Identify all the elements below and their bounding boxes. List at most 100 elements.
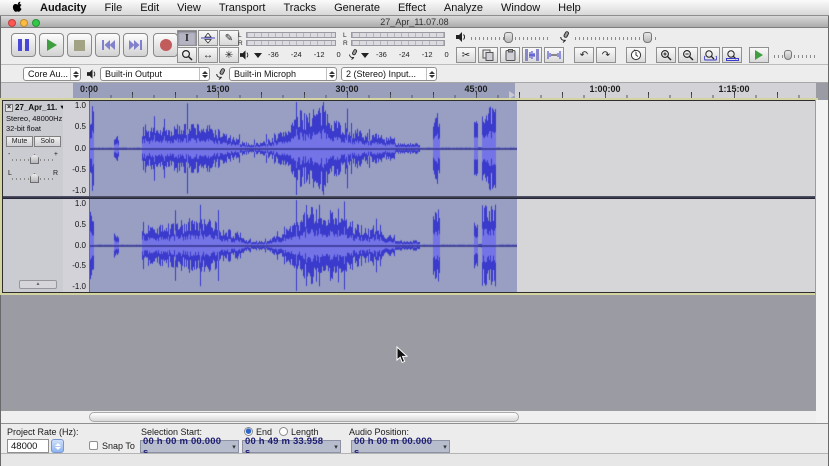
zoom-tool-button[interactable] <box>177 47 197 63</box>
output-meter-scale: -36 -24 -12 0 <box>268 50 341 59</box>
play-button[interactable] <box>39 33 64 57</box>
waveform-canvas-left[interactable] <box>90 101 517 196</box>
track-close-button[interactable]: × <box>5 104 13 112</box>
menu-generate[interactable]: Generate <box>325 0 389 16</box>
play-at-speed-button[interactable] <box>749 47 769 63</box>
dropdown-icon[interactable]: ▾ <box>443 443 447 451</box>
multi-tool-button[interactable]: ✳ <box>219 47 239 63</box>
zoom-out-button[interactable] <box>678 47 698 63</box>
stop-button[interactable] <box>67 33 92 57</box>
audio-track[interactable]: × 27_Apr_11. ▼ Stereo, 48000Hz 32-bit fl… <box>2 100 816 293</box>
scale-tick: -24 <box>399 50 410 59</box>
menu-view[interactable]: View <box>168 0 210 16</box>
meter-left-label: L <box>238 32 242 39</box>
meter-right-label: R <box>238 40 243 47</box>
timeline-ruler[interactable]: 0:00 15:00 30:00 45:00 1:00:00 1:15:00 <box>1 83 816 100</box>
input-meter-left-bar <box>351 32 445 38</box>
output-meter[interactable]: L R -36 -24 -12 0 <box>238 31 340 61</box>
speaker-icon <box>240 50 251 60</box>
dropdown-icon[interactable]: ▾ <box>334 443 338 451</box>
sync-lock-button[interactable] <box>626 47 646 63</box>
waveform-left-channel[interactable] <box>90 101 815 196</box>
waveform-unselected-area[interactable] <box>517 199 815 292</box>
skip-to-start-button[interactable] <box>95 33 120 57</box>
title-bar[interactable]: 27_Apr_11.07.08 <box>1 16 828 28</box>
gain-slider[interactable]: - + <box>7 151 59 165</box>
menu-tracks[interactable]: Tracks <box>275 0 326 16</box>
input-channels-select[interactable]: 2 (Stereo) Input... <box>341 67 437 81</box>
project-rate-label: Project Rate (Hz): <box>7 427 79 437</box>
arrows-horizontal-icon: ↔ <box>203 50 213 61</box>
scale-tick: -12 <box>314 50 325 59</box>
amplitude-ruler-right-channel[interactable]: 1.0 0.5 0.0 -0.5 -1.0 <box>63 199 90 292</box>
output-volume-slider-thumb[interactable] <box>504 32 513 43</box>
solo-button[interactable]: Solo <box>34 136 61 147</box>
menu-edit[interactable]: Edit <box>131 0 168 16</box>
audio-host-select[interactable]: Core Au... <box>23 67 81 81</box>
menu-audacity[interactable]: Audacity <box>31 0 95 16</box>
playback-speed-slider[interactable] <box>774 55 818 58</box>
gain-slider-thumb[interactable] <box>30 154 39 164</box>
track-name[interactable]: 27_Apr_11. <box>15 103 57 112</box>
output-meter-dropdown-icon[interactable] <box>254 53 262 58</box>
vertical-scrollbar[interactable] <box>815 100 828 423</box>
waveform-canvas-right[interactable] <box>90 199 517 292</box>
meter-left-label: L <box>343 32 347 39</box>
snap-to-checkbox[interactable] <box>89 441 98 450</box>
menu-analyze[interactable]: Analyze <box>435 0 492 16</box>
mute-button[interactable]: Mute <box>6 136 33 147</box>
redo-button[interactable]: ↷ <box>596 47 616 63</box>
zoom-in-button[interactable] <box>656 47 676 63</box>
output-device-select[interactable]: Built-in Output <box>100 67 210 81</box>
microphone-icon <box>558 31 570 43</box>
pause-button[interactable] <box>11 33 36 57</box>
amplitude-ruler-left-channel[interactable]: 1.0 0.5 0.0 -0.5 -1.0 <box>63 101 90 196</box>
trim-audio-button[interactable] <box>522 47 542 63</box>
ruler-minor-ticks <box>89 95 816 99</box>
input-volume-slider-thumb[interactable] <box>643 32 652 43</box>
combo-arrows-icon <box>70 68 80 80</box>
silence-audio-button[interactable] <box>544 47 564 63</box>
fit-selection-button[interactable] <box>700 47 720 63</box>
play-at-speed-icon <box>755 50 763 60</box>
menu-help[interactable]: Help <box>549 0 590 16</box>
track-collapse-button[interactable]: ▲ <box>19 280 57 289</box>
selection-start-field[interactable]: 00 h 00 m 00.000 s ▾ <box>140 440 239 453</box>
input-meter-dropdown-icon[interactable] <box>361 53 369 58</box>
horizontal-scrollbar-thumb[interactable] <box>89 412 519 422</box>
record-button[interactable] <box>153 33 178 57</box>
project-rate-input[interactable]: 48000 <box>7 439 49 453</box>
combo-arrows-icon <box>326 68 336 80</box>
menu-transport[interactable]: Transport <box>210 0 275 16</box>
input-meter[interactable]: L R -36 -24 -12 0 <box>343 31 449 61</box>
copy-button[interactable] <box>478 47 498 63</box>
menu-effect[interactable]: Effect <box>389 0 435 16</box>
envelope-tool-button[interactable] <box>198 30 218 46</box>
input-device-select[interactable]: Built-in Microph <box>229 67 337 81</box>
track-workspace[interactable]: × 27_Apr_11. ▼ Stereo, 48000Hz 32-bit fl… <box>1 100 828 423</box>
paste-button[interactable] <box>500 47 520 63</box>
selection-tool-button[interactable]: I <box>177 30 197 46</box>
waveform-right-channel[interactable] <box>90 199 815 292</box>
project-rate-stepper[interactable] <box>51 439 64 453</box>
menu-file[interactable]: File <box>95 0 131 16</box>
gain-minus-label: - <box>8 151 10 158</box>
audio-position-field[interactable]: 00 h 00 m 00.000 s ▾ <box>351 440 450 453</box>
selection-end-field[interactable]: 00 h 49 m 33.958 s ▾ <box>242 440 341 453</box>
playback-speed-slider-thumb[interactable] <box>784 50 792 60</box>
undo-icon: ↶ <box>580 50 588 61</box>
pan-slider[interactable]: L R <box>7 170 59 184</box>
horizontal-scrollbar[interactable] <box>1 410 816 423</box>
timeshift-tool-button[interactable]: ↔ <box>198 47 218 63</box>
menu-window[interactable]: Window <box>492 0 549 16</box>
record-icon <box>160 39 172 51</box>
cut-button[interactable]: ✂ <box>456 47 476 63</box>
waveform-unselected-area[interactable] <box>517 101 815 196</box>
draw-tool-button[interactable]: ✎ <box>219 30 239 46</box>
dropdown-icon[interactable]: ▾ <box>232 443 236 451</box>
pan-slider-thumb[interactable] <box>30 173 39 183</box>
fit-project-button[interactable] <box>722 47 742 63</box>
undo-button[interactable]: ↶ <box>574 47 594 63</box>
apple-menu[interactable] <box>0 1 31 14</box>
skip-to-end-button[interactable] <box>123 33 148 57</box>
